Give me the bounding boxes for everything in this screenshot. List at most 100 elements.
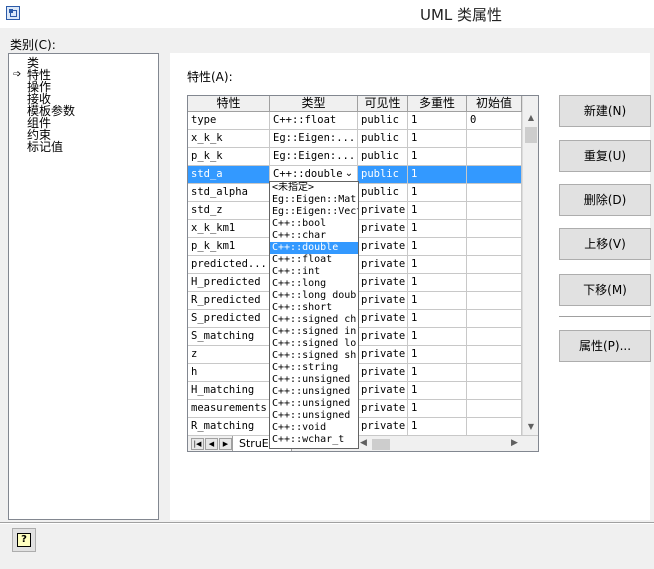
multiplicity-cell[interactable]: 1	[408, 292, 467, 310]
initial-value-cell[interactable]	[467, 166, 522, 184]
property-cell[interactable]: measurements	[188, 400, 270, 418]
dropdown-option[interactable]: C++::signed ch	[270, 314, 358, 326]
dropdown-option[interactable]: C++::int	[270, 266, 358, 278]
property-cell[interactable]: std_alpha	[188, 184, 270, 202]
help-button[interactable]: ?	[12, 528, 36, 552]
property-cell[interactable]: x_k_km1	[188, 220, 270, 238]
visibility-cell[interactable]: private	[358, 346, 408, 364]
scroll-left-arrow-icon[interactable]: ◀	[360, 438, 367, 448]
initial-value-cell[interactable]	[467, 364, 522, 382]
initial-value-cell[interactable]	[467, 382, 522, 400]
multiplicity-cell[interactable]: 1	[408, 238, 467, 256]
dropdown-option[interactable]: C++::signed lo	[270, 338, 358, 350]
property-cell[interactable]: R_predicted	[188, 292, 270, 310]
table-row[interactable]: type C++::float public 1 0	[188, 112, 522, 130]
dropdown-option[interactable]: C++::float	[270, 254, 358, 266]
vertical-scrollbar[interactable]: ▲ ▼	[522, 96, 538, 435]
table-row[interactable]: x_k_k Eg::Eigen:... public 1	[188, 130, 522, 148]
scroll-down-arrow-icon[interactable]: ▼	[523, 419, 538, 435]
category-item[interactable]: 标记值	[27, 141, 63, 153]
multiplicity-cell[interactable]: 1	[408, 418, 467, 436]
visibility-cell[interactable]: private	[358, 274, 408, 292]
scroll-thumb[interactable]	[525, 127, 537, 143]
multiplicity-cell[interactable]: 1	[408, 256, 467, 274]
move-down-button[interactable]: 下移(M)	[559, 274, 651, 306]
visibility-cell[interactable]: public	[358, 112, 408, 130]
type-dropdown-list[interactable]: <未指定> Eg::Eigen::Matr Eg::Eigen::Vect C++::…	[269, 181, 359, 449]
property-cell[interactable]: S_predicted	[188, 310, 270, 328]
visibility-cell[interactable]: public	[358, 130, 408, 148]
delete-button[interactable]: 删除(D)	[559, 184, 651, 216]
dropdown-option[interactable]: C++::unsigned	[270, 410, 358, 422]
initial-value-cell[interactable]: 0	[467, 112, 522, 130]
property-cell[interactable]: H_predicted	[188, 274, 270, 292]
multiplicity-cell[interactable]: 1	[408, 202, 467, 220]
initial-value-cell[interactable]	[467, 310, 522, 328]
multiplicity-cell[interactable]: 1	[408, 346, 467, 364]
initial-value-cell[interactable]	[467, 346, 522, 364]
dropdown-option[interactable]: C++::bool	[270, 218, 358, 230]
column-header-initial-value[interactable]: 初始值	[467, 96, 522, 112]
first-sheet-icon[interactable]: |◀	[191, 438, 204, 450]
dropdown-option[interactable]: C++::signed in	[270, 326, 358, 338]
visibility-cell[interactable]: private	[358, 364, 408, 382]
property-cell[interactable]: p_k_km1	[188, 238, 270, 256]
property-cell[interactable]: std_a	[188, 166, 270, 184]
column-header-visibility[interactable]: 可见性	[358, 96, 408, 112]
initial-value-cell[interactable]	[467, 202, 522, 220]
visibility-cell[interactable]: private	[358, 382, 408, 400]
visibility-cell[interactable]: public	[358, 184, 408, 202]
visibility-cell[interactable]: private	[358, 202, 408, 220]
multiplicity-cell[interactable]: 1	[408, 310, 467, 328]
multiplicity-cell[interactable]: 1	[408, 364, 467, 382]
dropdown-option[interactable]: C++::double	[270, 242, 358, 254]
dropdown-option[interactable]: C++::unsigned	[270, 398, 358, 410]
visibility-cell[interactable]: public	[358, 148, 408, 166]
dropdown-option[interactable]: C++::unsigned	[270, 374, 358, 386]
uml-class-icon[interactable]	[6, 6, 20, 20]
multiplicity-cell[interactable]: 1	[408, 184, 467, 202]
visibility-cell[interactable]: private	[358, 256, 408, 274]
property-cell[interactable]: R_matching	[188, 418, 270, 436]
initial-value-cell[interactable]	[467, 238, 522, 256]
multiplicity-cell[interactable]: 1	[408, 220, 467, 238]
multiplicity-cell[interactable]: 1	[408, 112, 467, 130]
property-cell[interactable]: std_z	[188, 202, 270, 220]
repeat-button[interactable]: 重复(U)	[559, 140, 651, 172]
move-up-button[interactable]: 上移(V)	[559, 228, 651, 260]
multiplicity-cell[interactable]: 1	[408, 328, 467, 346]
dropdown-option[interactable]: C++::char	[270, 230, 358, 242]
column-header-multiplicity[interactable]: 多重性	[408, 96, 467, 112]
multiplicity-cell[interactable]: 1	[408, 274, 467, 292]
new-button[interactable]: 新建(N)	[559, 95, 651, 127]
column-header-type[interactable]: 类型	[270, 96, 358, 112]
visibility-cell[interactable]: private	[358, 220, 408, 238]
dropdown-option[interactable]: <未指定>	[270, 182, 358, 194]
dropdown-option[interactable]: Eg::Eigen::Vect	[270, 206, 358, 218]
dropdown-option[interactable]: C++::long doub	[270, 290, 358, 302]
property-cell[interactable]: z	[188, 346, 270, 364]
initial-value-cell[interactable]	[467, 130, 522, 148]
scroll-right-arrow-icon[interactable]: ▶	[511, 438, 518, 448]
properties-grid[interactable]: 特性 类型 可见性 多重性 初始值 type C++::float public 1 0…	[187, 95, 539, 452]
property-cell[interactable]: type	[188, 112, 270, 130]
visibility-cell[interactable]: public	[358, 166, 408, 184]
multiplicity-cell[interactable]: 1	[408, 400, 467, 418]
multiplicity-cell[interactable]: 1	[408, 382, 467, 400]
initial-value-cell[interactable]	[467, 292, 522, 310]
visibility-cell[interactable]: private	[358, 310, 408, 328]
visibility-cell[interactable]: private	[358, 418, 408, 436]
visibility-cell[interactable]: private	[358, 400, 408, 418]
multiplicity-cell[interactable]: 1	[408, 148, 467, 166]
dropdown-option[interactable]: C++::short	[270, 302, 358, 314]
dropdown-option[interactable]: Eg::Eigen::Matr	[270, 194, 358, 206]
prev-sheet-icon[interactable]: ◀	[205, 438, 218, 450]
initial-value-cell[interactable]	[467, 184, 522, 202]
dropdown-option[interactable]: C++::string	[270, 362, 358, 374]
type-cell[interactable]: Eg::Eigen:...	[270, 148, 358, 166]
next-sheet-icon[interactable]: ▶	[219, 438, 232, 450]
dropdown-option[interactable]: C++::void	[270, 422, 358, 434]
property-cell[interactable]: h	[188, 364, 270, 382]
property-cell[interactable]: S_matching	[188, 328, 270, 346]
multiplicity-cell[interactable]: 1	[408, 166, 467, 184]
